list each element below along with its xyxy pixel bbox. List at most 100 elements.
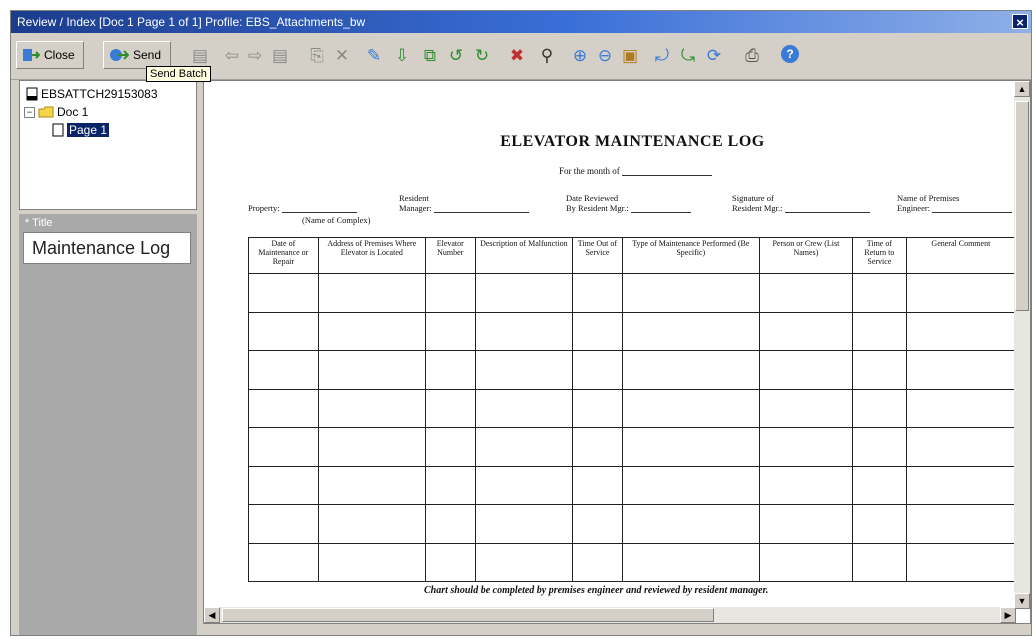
tree-root[interactable]: EBSATTCH29153083 xyxy=(26,87,158,101)
rotate-right-icon[interactable]: ↻ xyxy=(471,45,493,67)
column-header: Elevator Number xyxy=(424,237,476,274)
premises-label-2: Engineer: xyxy=(897,203,931,213)
send-icon xyxy=(110,49,129,61)
table-cell xyxy=(424,465,476,505)
tree-page[interactable]: Page 1 xyxy=(52,123,110,137)
table-cell xyxy=(758,350,854,390)
table-row xyxy=(248,311,1017,351)
table-cell xyxy=(905,388,1017,428)
table-cell xyxy=(424,273,476,313)
table-cell xyxy=(572,350,623,390)
table-cell xyxy=(248,427,319,467)
column-header: Description of Malfunction xyxy=(474,237,574,274)
table-cell xyxy=(317,350,426,390)
table-row xyxy=(248,273,1017,313)
rotate-left-icon[interactable]: ↺ xyxy=(445,45,467,67)
index-panel: * Title Maintenance Log xyxy=(19,214,197,635)
scroll-right-icon[interactable]: ▶ xyxy=(1000,607,1016,623)
page-icon[interactable]: ▤ xyxy=(189,45,211,67)
tree-doc[interactable]: − Doc 1 xyxy=(24,105,88,119)
batch-icon xyxy=(26,87,38,101)
property-sub-label: (Name of Complex) xyxy=(302,215,371,225)
premises-label-1: Name of Premises xyxy=(897,193,960,203)
month-label: For the month of xyxy=(559,166,620,176)
vertical-scrollbar[interactable]: ▲ ▼ xyxy=(1014,81,1030,609)
find-icon[interactable]: ⚲ xyxy=(536,45,558,67)
table-cell xyxy=(852,388,907,428)
document-title: ELEVATOR MAINTENANCE LOG xyxy=(500,133,765,150)
table-row xyxy=(248,504,1017,544)
table-cell xyxy=(248,465,319,505)
table-cell xyxy=(758,427,854,467)
signature-field: Resident Mgr.: xyxy=(732,203,870,213)
title-field[interactable]: Maintenance Log xyxy=(23,232,191,264)
column-header: Type of Maintenance Performed (Be Specif… xyxy=(621,237,760,274)
refresh-icon[interactable]: ⟳ xyxy=(703,45,725,67)
vertical-scroll-thumb[interactable] xyxy=(1015,101,1029,311)
zoom-out-icon[interactable]: ⊖ xyxy=(594,45,616,67)
table-cell xyxy=(317,465,426,505)
table-cell xyxy=(474,350,574,390)
rotate-icon[interactable]: ⤾ xyxy=(651,45,673,67)
table-cell xyxy=(758,542,854,582)
split-icon[interactable]: ⧉ xyxy=(419,45,441,67)
horizontal-scrollbar[interactable]: ◀ ▶ xyxy=(204,607,1016,623)
tree-page-label: Page 1 xyxy=(67,123,110,137)
table-row xyxy=(248,427,1017,467)
help-icon[interactable]: ? xyxy=(781,45,799,63)
table-cell xyxy=(621,465,760,505)
table-cell xyxy=(424,311,476,351)
table-cell xyxy=(852,504,907,544)
tree-doc-label: Doc 1 xyxy=(57,105,89,119)
remove-page-icon[interactable]: ✖ xyxy=(506,45,528,67)
table-row xyxy=(248,388,1017,428)
tree-root-label: EBSATTCH29153083 xyxy=(41,87,158,101)
page-icon[interactable]: ▤ xyxy=(269,45,291,67)
insert-page-icon[interactable]: ⎘ xyxy=(306,45,328,67)
zoom-in-icon[interactable]: ⊕ xyxy=(569,45,591,67)
table-cell xyxy=(621,311,760,351)
table-cell xyxy=(758,465,854,505)
table-body xyxy=(248,273,1017,582)
rotate-page-icon[interactable]: ⤿ xyxy=(677,45,699,67)
send-batch-tooltip: Send Batch xyxy=(146,66,211,82)
property-field: Property: xyxy=(248,203,357,213)
column-header: Time Out of Service xyxy=(572,237,623,274)
document-tree: EBSATTCH29153083 − Doc 1 Page 1 xyxy=(19,80,197,210)
table-cell xyxy=(621,504,760,544)
back-arrow-icon[interactable]: ⇦ xyxy=(221,45,243,67)
document-viewer[interactable]: ELEVATOR MAINTENANCE LOG For the month o… xyxy=(203,80,1031,624)
table-cell xyxy=(474,465,574,505)
close-button[interactable]: Close xyxy=(16,41,84,69)
table-cell xyxy=(474,311,574,351)
fit-icon[interactable]: ▣ xyxy=(619,45,641,67)
move-down-icon[interactable]: ⇩ xyxy=(391,45,413,67)
table-cell xyxy=(905,427,1017,467)
horizontal-scroll-thumb[interactable] xyxy=(222,608,714,622)
document-page: ELEVATOR MAINTENANCE LOG For the month o… xyxy=(214,91,1017,603)
table-cell xyxy=(474,504,574,544)
month-field: For the month of xyxy=(559,166,712,176)
table-cell xyxy=(572,273,623,313)
table-cell xyxy=(905,350,1017,390)
send-button[interactable]: Send xyxy=(103,41,171,69)
table-cell xyxy=(758,504,854,544)
scroll-down-icon[interactable]: ▼ xyxy=(1014,593,1030,609)
table-cell xyxy=(852,427,907,467)
collapse-icon[interactable]: − xyxy=(24,106,35,118)
table-cell xyxy=(474,388,574,428)
table-cell xyxy=(248,388,319,428)
folder-icon xyxy=(38,106,54,118)
table-cell xyxy=(621,388,760,428)
window-close-icon[interactable]: × xyxy=(1012,14,1028,30)
annotate-icon[interactable]: ✎ xyxy=(363,45,385,67)
scroll-up-icon[interactable]: ▲ xyxy=(1014,81,1030,97)
table-cell xyxy=(424,504,476,544)
print-icon[interactable]: ⎙ xyxy=(741,45,763,67)
scroll-left-icon[interactable]: ◀ xyxy=(204,607,220,623)
close-button-label: Close xyxy=(44,48,75,62)
forward-arrow-icon[interactable]: ⇨ xyxy=(244,45,266,67)
table-cell xyxy=(621,542,760,582)
reviewed-label-1: Date Reviewed xyxy=(566,193,619,203)
delete-page-icon[interactable]: ✕ xyxy=(331,45,353,67)
